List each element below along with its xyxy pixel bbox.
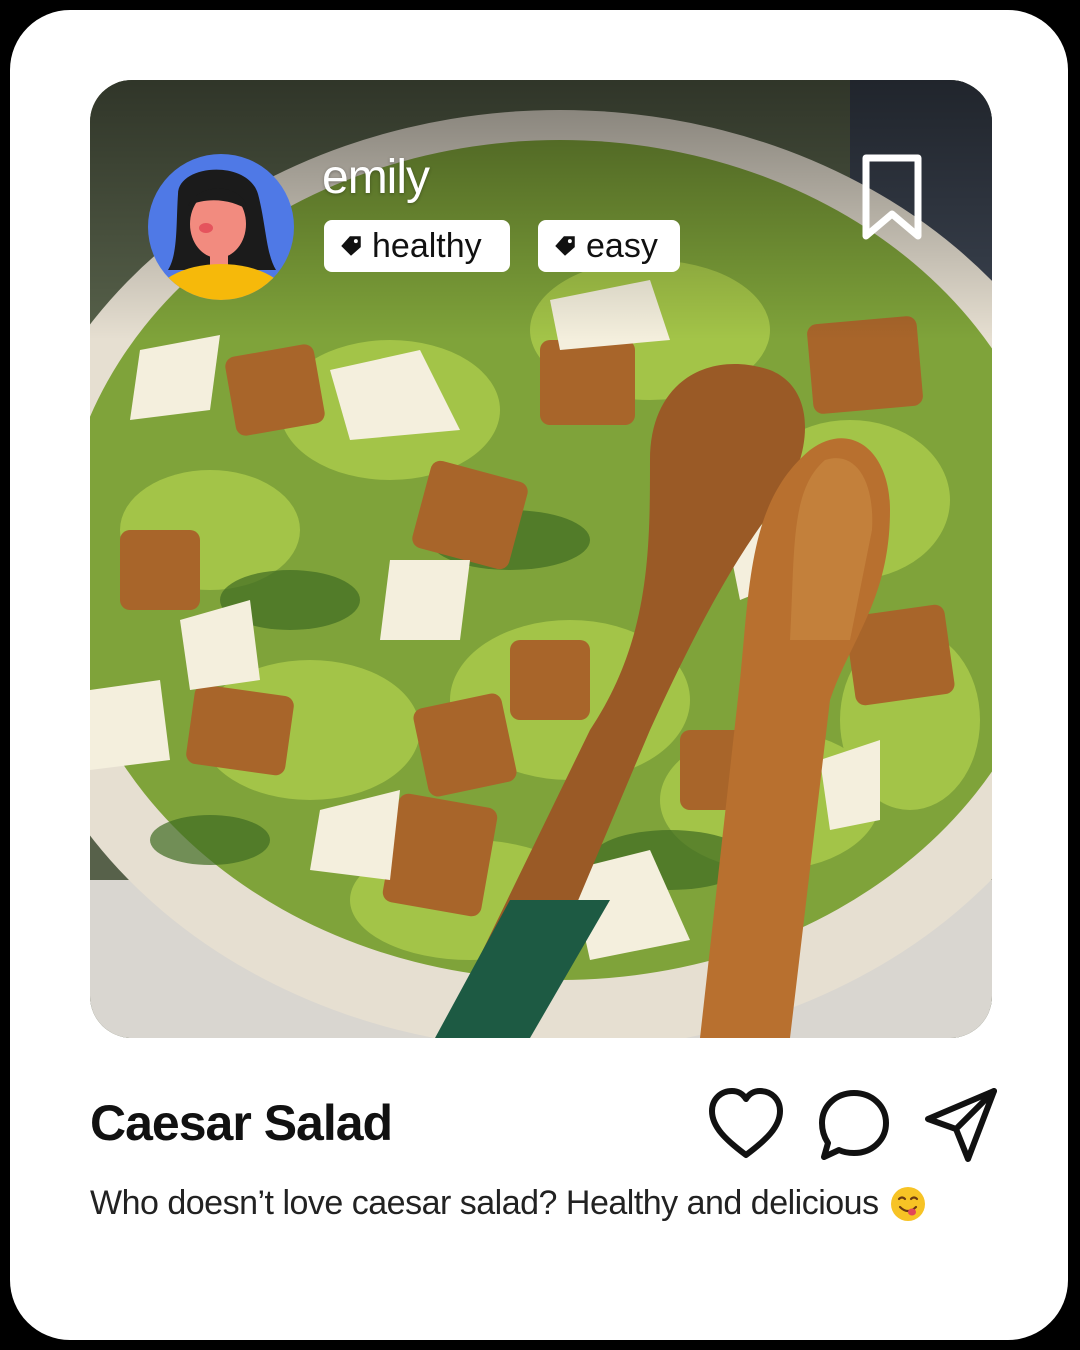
- tag-label: easy: [586, 226, 658, 265]
- comment-button[interactable]: [816, 1085, 892, 1165]
- bookmark-icon[interactable]: [860, 152, 924, 242]
- like-button[interactable]: [706, 1085, 786, 1165]
- yum-face-emoji: [890, 1186, 925, 1221]
- tag-icon: [555, 236, 575, 256]
- tag-icon: [341, 236, 361, 256]
- avatar[interactable]: [148, 154, 294, 300]
- send-icon: [925, 1088, 997, 1162]
- comment-bubble-icon: [819, 1090, 889, 1160]
- username[interactable]: emily: [322, 150, 430, 205]
- caption-text: Who doesn’t love caesar salad? Healthy a…: [90, 1184, 879, 1222]
- tag-easy[interactable]: easy: [538, 220, 680, 272]
- caesar-salad-photo[interactable]: emily healthy easy: [90, 80, 992, 1038]
- post-card: emily healthy easy Caesar Salad Who does…: [10, 10, 1068, 1340]
- heart-icon: [709, 1088, 783, 1158]
- tag-label: healthy: [372, 226, 482, 265]
- post-caption: Who doesn’t love caesar salad? Healthy a…: [90, 1184, 927, 1223]
- tag-healthy[interactable]: healthy: [324, 220, 510, 272]
- share-button[interactable]: [922, 1085, 1000, 1165]
- post-title: Caesar Salad: [90, 1095, 393, 1151]
